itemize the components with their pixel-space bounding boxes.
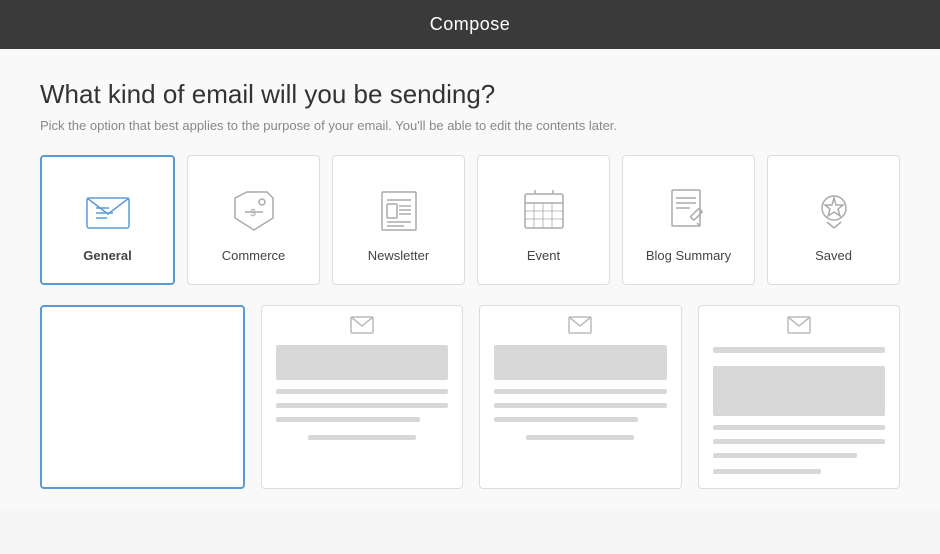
template-card-2[interactable]: [261, 305, 464, 489]
tpl4-image-block: [713, 366, 886, 416]
tpl3-btn: [526, 435, 634, 440]
tpl4-header: [709, 316, 890, 334]
tpl2-line2: [276, 403, 449, 408]
tpl2-line3: [276, 417, 420, 422]
tpl3-line2: [494, 403, 667, 408]
tpl2-email-icon: [350, 316, 374, 334]
tpl3-line3: [494, 417, 638, 422]
tpl4-line2: [713, 439, 886, 444]
event-icon: [517, 184, 571, 238]
commerce-icon: $: [227, 184, 281, 238]
type-card-blog-summary-label: Blog Summary: [646, 248, 731, 263]
type-card-commerce[interactable]: $ Commerce: [187, 155, 320, 285]
type-card-newsletter[interactable]: Newsletter: [332, 155, 465, 285]
template-cards-row: [40, 305, 900, 489]
tpl2-line1: [276, 389, 449, 394]
tpl4-btn: [713, 469, 821, 474]
type-cards-row: General $ Commerce: [40, 155, 900, 285]
tpl3-line1: [494, 389, 667, 394]
tpl4-email-icon: [787, 316, 811, 334]
type-card-event[interactable]: Event: [477, 155, 610, 285]
template-card-1[interactable]: [40, 305, 245, 489]
main-content: What kind of email will you be sending? …: [0, 49, 940, 509]
main-subheading: Pick the option that best applies to the…: [40, 118, 900, 133]
tpl4-line1: [713, 425, 886, 430]
page-title: Compose: [430, 14, 511, 34]
template-card-4[interactable]: [698, 305, 901, 489]
svg-text:$: $: [250, 208, 256, 219]
general-icon: [81, 184, 135, 238]
main-heading: What kind of email will you be sending?: [40, 79, 900, 110]
tpl4-line3: [713, 453, 857, 458]
template-card-3[interactable]: [479, 305, 682, 489]
tpl3-email-icon: [568, 316, 592, 334]
saved-icon: [807, 184, 861, 238]
type-card-general-label: General: [83, 248, 131, 263]
type-card-newsletter-label: Newsletter: [368, 248, 429, 263]
type-card-blog-summary[interactable]: Blog Summary: [622, 155, 755, 285]
type-card-saved[interactable]: Saved: [767, 155, 900, 285]
newsletter-icon: [372, 184, 426, 238]
tpl2-image-block: [276, 345, 449, 380]
tpl4-line-h1: [713, 347, 886, 353]
type-card-saved-label: Saved: [815, 248, 852, 263]
type-card-general[interactable]: General: [40, 155, 175, 285]
top-bar: Compose: [0, 0, 940, 49]
tpl2-btn: [308, 435, 416, 440]
tpl3-image-block: [494, 345, 667, 380]
tpl3-header: [490, 316, 671, 334]
blog-summary-icon: [662, 184, 716, 238]
type-card-event-label: Event: [527, 248, 560, 263]
tpl2-header: [272, 316, 453, 334]
type-card-commerce-label: Commerce: [222, 248, 286, 263]
